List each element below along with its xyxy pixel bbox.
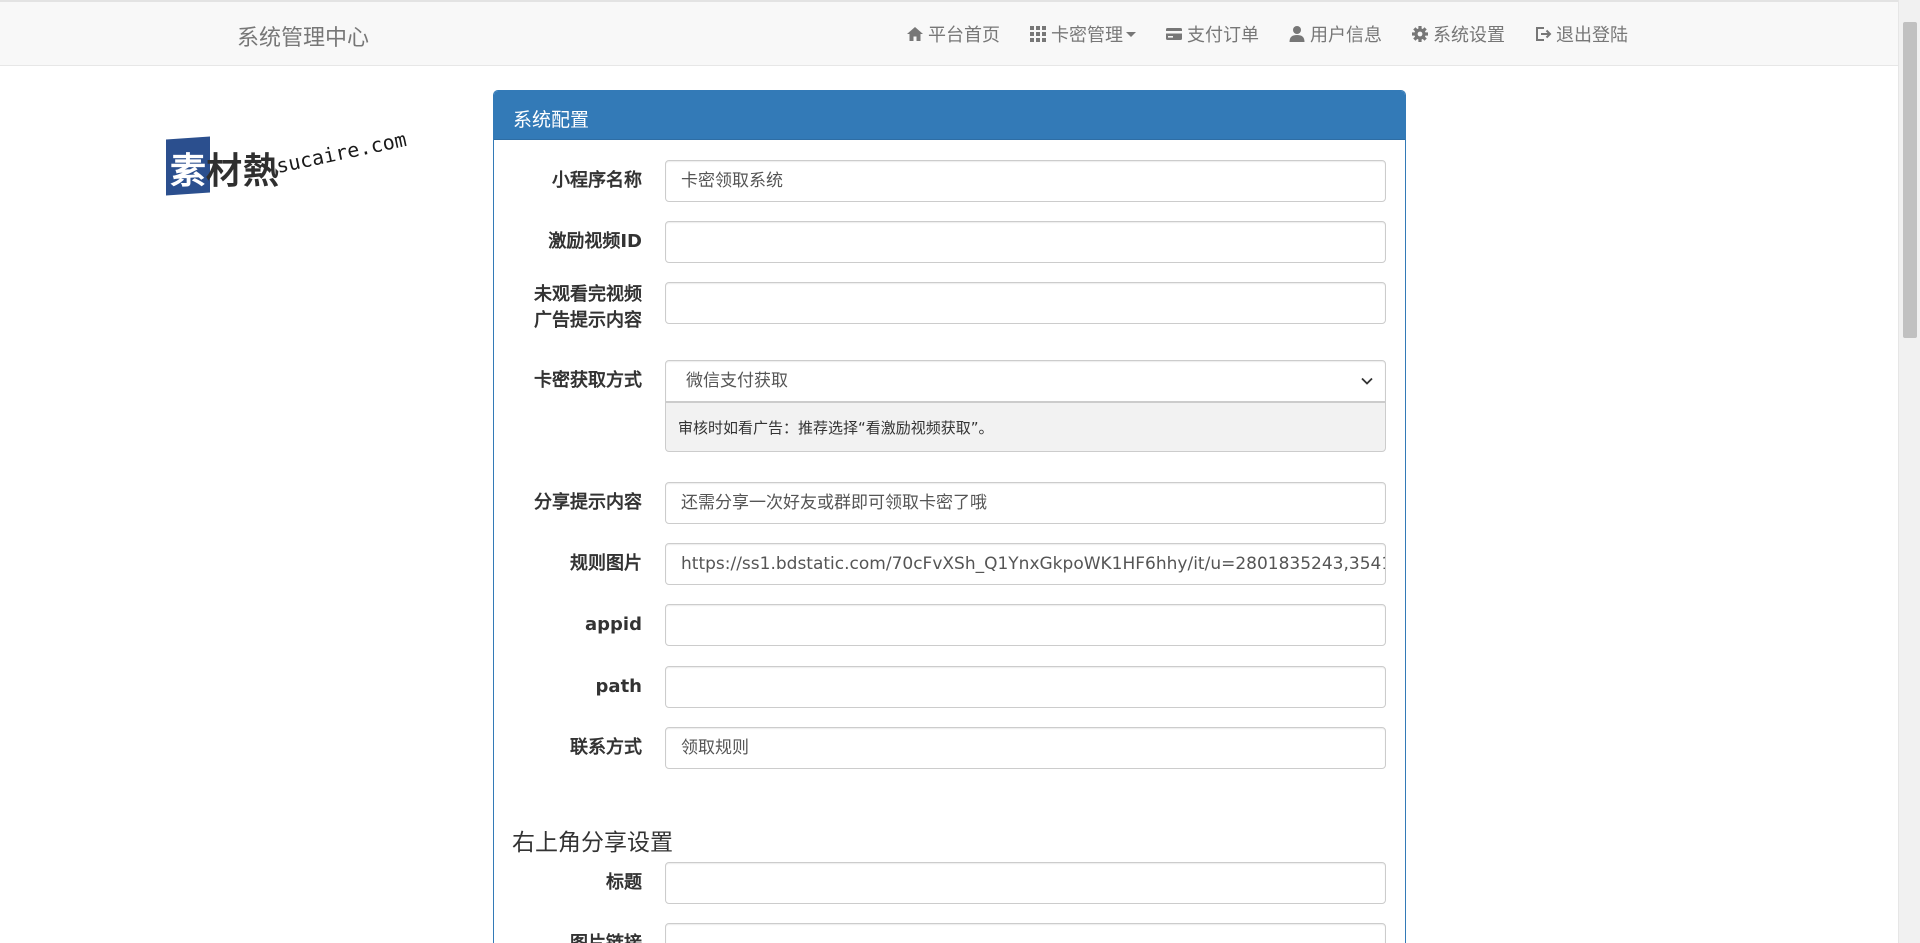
share-tip-label: 分享提示内容 xyxy=(534,492,642,513)
card-method-label: 卡密获取方式 xyxy=(534,370,642,391)
share-title-input[interactable] xyxy=(665,862,1386,904)
nav-item-label: 退出登陆 xyxy=(1556,25,1628,46)
gear-icon xyxy=(1411,25,1429,43)
nav-item-payment-orders[interactable]: 支付订单 xyxy=(1165,21,1259,47)
nav-item-card-management[interactable]: 卡密管理 xyxy=(1029,21,1136,47)
path-input[interactable] xyxy=(665,666,1386,708)
nav-item-home[interactable]: 平台首页 xyxy=(906,21,1000,47)
page-scrollbar[interactable] xyxy=(1898,0,1920,943)
panel-title: 系统配置 xyxy=(494,91,1405,140)
logo-chars: 材熱 xyxy=(206,150,281,192)
label-line: 广告提示内容 xyxy=(534,310,642,331)
scrollbar-thumb[interactable] xyxy=(1903,22,1917,338)
app-name-label: 小程序名称 xyxy=(552,170,642,191)
nav-item-system-settings[interactable]: 系统设置 xyxy=(1411,21,1505,47)
image-link-input[interactable] xyxy=(665,923,1386,943)
credit-card-icon xyxy=(1165,25,1183,43)
label-line: 未观看完视频 xyxy=(534,284,642,305)
image-link-label: 图片链接 xyxy=(494,931,642,943)
rule-image-input[interactable]: https://ss1.bdstatic.com/70cFvXSh_Q1YnxG… xyxy=(665,543,1386,585)
reward-video-id-label: 激励视频ID xyxy=(548,231,642,252)
chevron-down-icon xyxy=(1361,377,1373,385)
nav-item-user-info[interactable]: 用户信息 xyxy=(1288,21,1382,47)
logo-domain: sucaire.com xyxy=(274,126,409,178)
watermark-logo: 素 材熱 sucaire.com xyxy=(164,127,414,206)
card-method-select[interactable]: 微信支付获取 xyxy=(665,360,1386,402)
path-label: path xyxy=(595,676,642,697)
nav-item-label: 用户信息 xyxy=(1310,25,1382,46)
unfinished-video-tip-label: 未观看完视频 广告提示内容 xyxy=(494,282,642,334)
grid-icon xyxy=(1029,25,1047,43)
chevron-down-icon xyxy=(1126,31,1136,37)
nav-item-label: 卡密管理 xyxy=(1051,25,1123,46)
navbar-brand[interactable]: 系统管理中心 xyxy=(237,20,369,52)
share-tip-input[interactable]: 还需分享一次好友或群即可领取卡密了哦 xyxy=(665,482,1386,524)
logout-icon xyxy=(1534,25,1552,43)
card-method-selected: 微信支付获取 xyxy=(686,371,788,391)
nav-item-label: 系统设置 xyxy=(1433,25,1505,46)
top-navbar: 系统管理中心 平台首页 卡密管理 支付订单 用户信息 系统设置 退出登陆 xyxy=(0,0,1898,66)
appid-input[interactable] xyxy=(665,604,1386,646)
rule-image-label: 规则图片 xyxy=(570,553,642,574)
user-icon xyxy=(1288,25,1306,43)
contact-label: 联系方式 xyxy=(570,737,642,758)
nav-menu: 平台首页 卡密管理 支付订单 用户信息 系统设置 退出登陆 xyxy=(906,21,1628,47)
app-name-input[interactable]: 卡密领取系统 xyxy=(665,160,1386,202)
contact-input[interactable]: 领取规则 xyxy=(665,727,1386,769)
unfinished-video-tip-input[interactable] xyxy=(665,282,1386,324)
nav-item-label: 支付订单 xyxy=(1187,25,1259,46)
nav-item-label: 平台首页 xyxy=(928,25,1000,46)
share-title-label: 标题 xyxy=(606,872,642,893)
nav-item-logout[interactable]: 退出登陆 xyxy=(1534,21,1628,47)
card-method-hint: 审核时如看广告：推荐选择“看激励视频获取”。 xyxy=(665,402,1386,452)
reward-video-id-input[interactable] xyxy=(665,221,1386,263)
share-settings-heading: 右上角分享设置 xyxy=(512,830,673,856)
home-icon xyxy=(906,25,924,43)
appid-label: appid xyxy=(585,614,642,635)
system-config-panel: 系统配置 小程序名称 卡密领取系统 激励视频ID 未观看完视频 广告提示内容 卡… xyxy=(493,90,1406,943)
logo-glyph: 素 xyxy=(169,150,206,192)
